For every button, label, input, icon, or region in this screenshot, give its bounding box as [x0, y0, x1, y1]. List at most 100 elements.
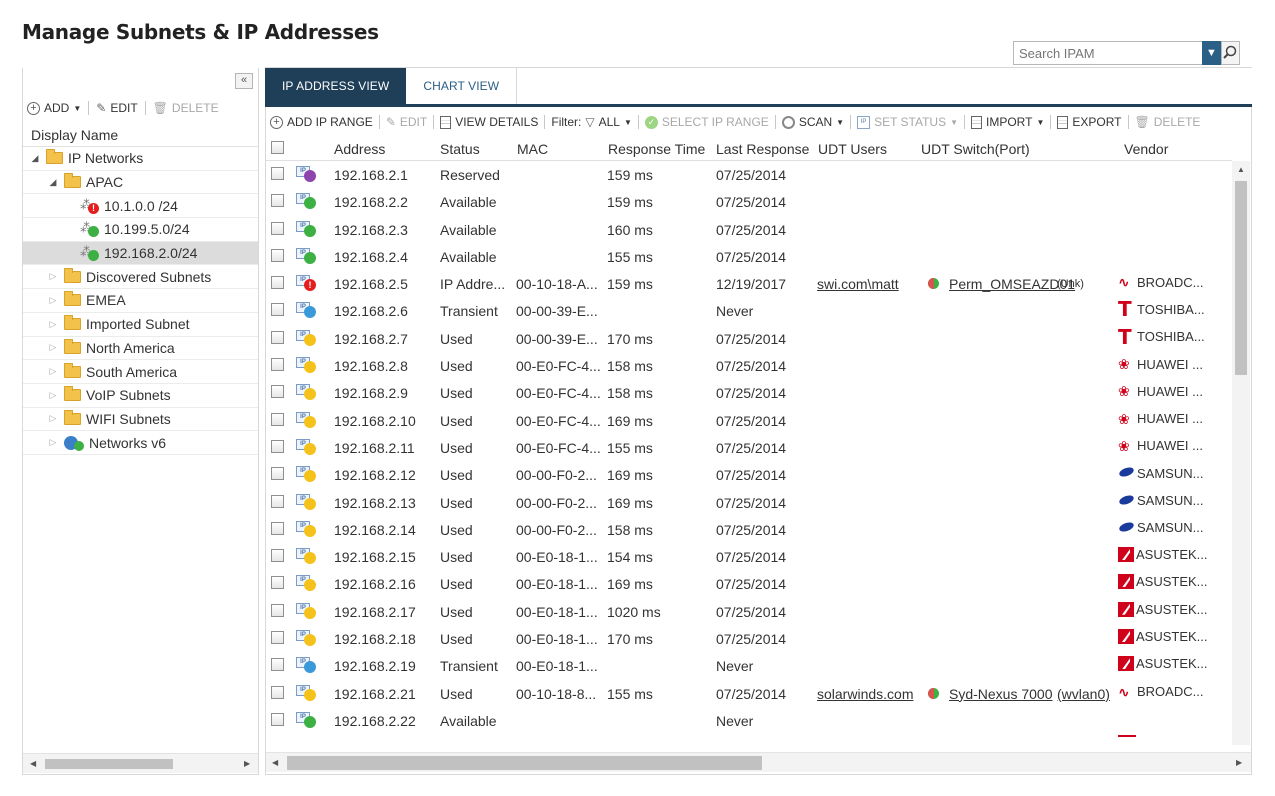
table-row[interactable]: IP 192.168.2.1 Reserved 159 ms 07/25/2014: [266, 161, 1232, 188]
scroll-right-icon[interactable]: ▶: [244, 759, 250, 768]
table-row[interactable]: IP 192.168.2.21 Used 00-10-18-8... 155 ms 07/…: [266, 680, 1232, 707]
scan-button[interactable]: SCAN ▼: [781, 115, 844, 129]
collapsed-triangle-icon[interactable]: ▷: [48, 319, 58, 330]
row-checkbox[interactable]: [271, 494, 284, 508]
tree-node[interactable]: ◢ IP Networks: [23, 147, 258, 171]
add-ip-range-button[interactable]: + ADD IP RANGE: [270, 115, 373, 129]
collapsed-triangle-icon[interactable]: ▷: [48, 437, 58, 448]
table-row[interactable]: IP 192.168.2.11 Used 00-E0-FC-4... 155 ms 07/…: [266, 434, 1232, 461]
row-checkbox[interactable]: [271, 221, 284, 235]
tree-node[interactable]: ▷ EMEA: [23, 289, 258, 313]
row-checkbox[interactable]: [271, 712, 284, 726]
table-row[interactable]: IP 192.168.2.4 Available 155 ms 07/25/2014: [266, 243, 1232, 270]
cell-udt-user-link[interactable]: swi.com\matt: [817, 276, 899, 292]
table-row[interactable]: IP 192.168.2.18 Used 00-E0-18-1... 170 ms 07/…: [266, 625, 1232, 652]
search-input[interactable]: [1013, 41, 1203, 65]
edit-button[interactable]: ✎ EDIT: [386, 115, 427, 129]
row-checkbox[interactable]: [271, 685, 284, 699]
tree-horizontal-scrollbar[interactable]: ◀ ▶: [23, 753, 258, 773]
table-row[interactable]: IP 192.168.2.7 Used 00-00-39-E... 170 ms 07/2…: [266, 325, 1232, 352]
row-checkbox[interactable]: [271, 658, 284, 672]
export-button[interactable]: EXPORT: [1057, 115, 1122, 129]
cell-udt-switch-link[interactable]: Syd-Nexus 7000: [949, 686, 1053, 702]
collapse-panel-button[interactable]: «: [235, 73, 253, 89]
scroll-left-icon[interactable]: ◀: [272, 758, 278, 767]
table-row[interactable]: IP 192.168.2.22 Available Never: [266, 707, 1232, 734]
table-row[interactable]: IP 192.168.2.17 Used 00-E0-18-1... 1020 ms 07…: [266, 598, 1232, 625]
table-row[interactable]: IP 192.168.2.10 Used 00-E0-FC-4... 169 ms 07/…: [266, 407, 1232, 434]
grid-horizontal-scrollbar[interactable]: ◀ ▶: [266, 752, 1251, 772]
table-row[interactable]: IP 192.168.2.16 Used 00-E0-18-1... 169 ms 07/…: [266, 570, 1232, 597]
table-row[interactable]: IP 192.168.2.12 Used 00-00-F0-2... 169 ms 07/…: [266, 461, 1232, 488]
table-row[interactable]: IP 192.168.2.6 Transient 00-00-39-E... Never…: [266, 297, 1232, 324]
delete-ip-button[interactable]: 🗑 DELETE: [1135, 115, 1201, 129]
select-all-checkbox[interactable]: [271, 141, 284, 154]
row-checkbox[interactable]: [271, 549, 284, 563]
scroll-left-icon[interactable]: ◀: [30, 759, 36, 768]
collapsed-triangle-icon[interactable]: ▷: [48, 390, 58, 401]
grid-vertical-scrollbar[interactable]: ▲: [1232, 161, 1250, 745]
cell-udt-user-link[interactable]: solarwinds.com: [817, 686, 913, 702]
row-checkbox[interactable]: [271, 358, 284, 372]
scrollbar-thumb[interactable]: [287, 756, 762, 770]
tree-node[interactable]: ◢ APAC: [23, 171, 258, 195]
tree-node[interactable]: ▷ VoIP Subnets: [23, 384, 258, 408]
row-checkbox[interactable]: [271, 248, 284, 262]
tree-node[interactable]: ⁂ 192.168.2.0/24: [23, 241, 258, 266]
expanded-triangle-icon[interactable]: ◢: [30, 153, 40, 164]
row-checkbox[interactable]: [271, 330, 284, 344]
collapsed-triangle-icon[interactable]: ▷: [48, 366, 58, 377]
table-row[interactable]: IP 192.168.2.2 Available 159 ms 07/25/2014: [266, 188, 1232, 215]
collapsed-triangle-icon[interactable]: ▷: [48, 342, 58, 353]
tree-node[interactable]: ▷ Imported Subnet: [23, 313, 258, 337]
search-button[interactable]: [1221, 41, 1240, 65]
tree-node[interactable]: ▷ North America: [23, 337, 258, 361]
table-row[interactable]: IP 192.168.2.19 Transient 00-E0-18-1... Neve…: [266, 652, 1232, 679]
delete-button[interactable]: 🗑 DELETE: [153, 101, 219, 115]
collapsed-triangle-icon[interactable]: ▷: [48, 295, 58, 306]
column-header-udt-users[interactable]: UDT Users: [818, 141, 887, 157]
table-row[interactable]: IP 192.168.2.9 Used 00-E0-FC-4... 158 ms 07/2…: [266, 379, 1232, 406]
row-checkbox[interactable]: [271, 603, 284, 617]
tree-node[interactable]: ▷ WIFI Subnets: [23, 408, 258, 432]
row-checkbox[interactable]: [271, 194, 284, 208]
row-checkbox[interactable]: [271, 303, 284, 317]
import-button[interactable]: IMPORT ▼: [971, 115, 1044, 129]
column-header-address[interactable]: Address: [334, 141, 385, 157]
table-row[interactable]: IP 192.168.2.15 Used 00-E0-18-1... 154 ms 07/…: [266, 543, 1232, 570]
column-header-status[interactable]: Status: [440, 141, 480, 157]
table-row[interactable]: IP 192.168.2.13 Used 00-00-F0-2... 169 ms 07/…: [266, 489, 1232, 516]
add-button[interactable]: + ADD ▼: [27, 101, 81, 115]
expanded-triangle-icon[interactable]: ◢: [48, 177, 58, 188]
row-checkbox[interactable]: [271, 521, 284, 535]
filter-dropdown[interactable]: ▽ ALL ▼: [585, 115, 632, 129]
row-checkbox[interactable]: [271, 467, 284, 481]
row-checkbox[interactable]: [271, 631, 284, 645]
scrollbar-thumb[interactable]: [1235, 181, 1247, 375]
tree-node[interactable]: ⁂! 10.1.0.0 /24: [23, 194, 258, 219]
table-row[interactable]: IP 192.168.2.8 Used 00-E0-FC-4... 158 ms 07/2…: [266, 352, 1232, 379]
edit-button[interactable]: ✎ EDIT: [96, 101, 137, 115]
row-checkbox[interactable]: [271, 385, 284, 399]
row-checkbox[interactable]: [271, 167, 284, 180]
view-details-button[interactable]: VIEW DETAILS: [440, 115, 538, 129]
table-row[interactable]: IP! 192.168.2.5 IP Addre... 00-10-18-A... 15…: [266, 270, 1232, 297]
select-ip-range-button[interactable]: ✓ SELECT IP RANGE: [644, 115, 769, 129]
row-checkbox[interactable]: [271, 412, 284, 426]
row-checkbox[interactable]: [271, 276, 284, 290]
table-row[interactable]: IP 192.168.2.3 Available 160 ms 07/25/2014: [266, 216, 1232, 243]
column-header-udt-switch[interactable]: UDT Switch(Port): [921, 141, 1030, 157]
row-checkbox[interactable]: [271, 439, 284, 453]
scroll-right-icon[interactable]: ▶: [1236, 758, 1242, 767]
column-header-response-time[interactable]: Response Time: [608, 141, 705, 157]
tree-node[interactable]: ▷ Discovered Subnets: [23, 265, 258, 290]
scrollbar-thumb[interactable]: [45, 759, 173, 769]
collapsed-triangle-icon[interactable]: ▷: [48, 413, 58, 424]
collapsed-triangle-icon[interactable]: ▷: [48, 271, 58, 282]
tree-node[interactable]: ⁂ 10.199.5.0/24: [23, 218, 258, 242]
tree-node[interactable]: ▷ South America: [23, 360, 258, 384]
tab-chart-view[interactable]: CHART VIEW: [406, 68, 518, 105]
set-status-button[interactable]: IP SET STATUS ▼: [857, 115, 958, 129]
table-row[interactable]: IP 192.168.2.14 Used 00-00-F0-2... 158 ms 07/…: [266, 516, 1232, 543]
search-dropdown-button[interactable]: ▼: [1202, 41, 1221, 65]
